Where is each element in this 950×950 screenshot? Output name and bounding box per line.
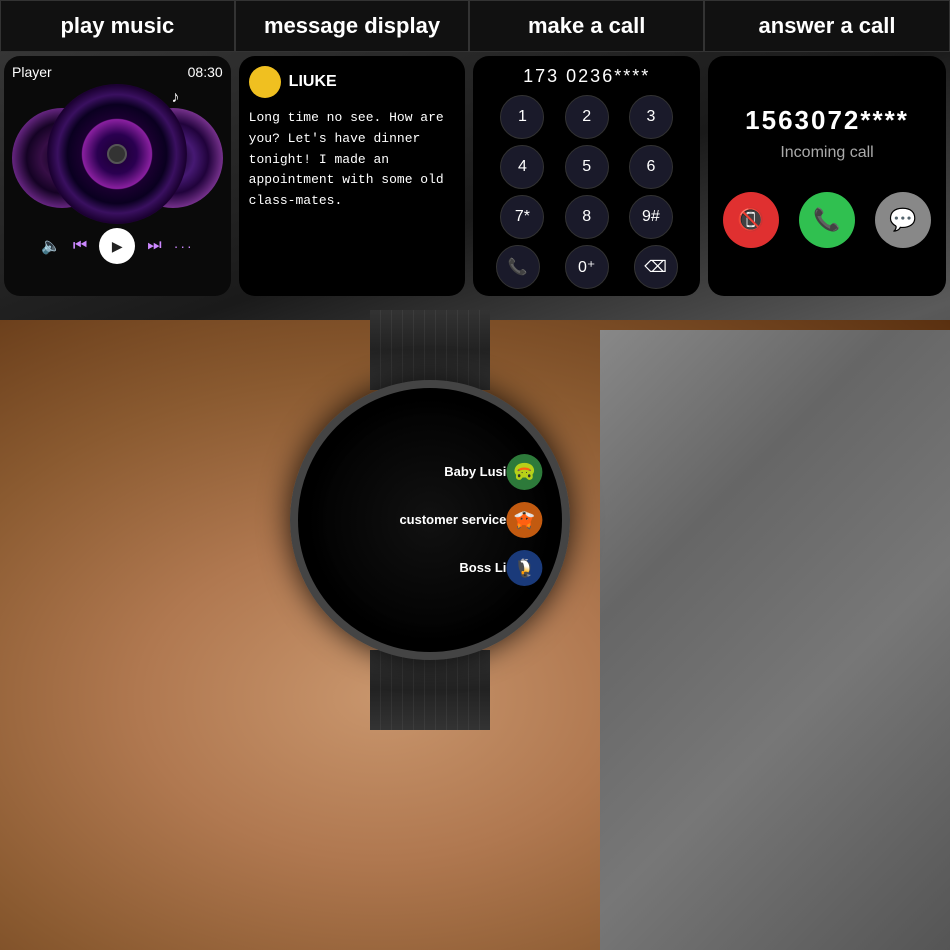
music-panel-section: play music Player 08:30 ♪	[0, 0, 235, 300]
contact-name-boss-li: Boss Li	[459, 561, 506, 576]
accept-icon: 📞	[813, 207, 840, 233]
message-panel-section: message display LIUKE Long time no see. …	[235, 0, 470, 300]
vinyl-disc-main: ♪	[47, 84, 187, 224]
decline-call-button[interactable]: 📵	[723, 192, 779, 248]
dial-key-1[interactable]: 1	[500, 95, 544, 139]
music-note-icon: ♪	[171, 89, 179, 107]
top-panels: play music Player 08:30 ♪	[0, 0, 950, 300]
message-header: LIUKE	[249, 66, 456, 98]
dial-backspace-button[interactable]: ⌫	[634, 245, 678, 289]
watch-band-bottom	[370, 650, 490, 730]
music-header: Player 08:30	[12, 64, 223, 80]
message-body: Long time no see. How are you? Let's hav…	[249, 108, 456, 212]
next-button[interactable]: ⏭	[147, 237, 161, 255]
avatar-customer-service: 🦊	[506, 502, 542, 538]
dial-panel-label: make a call	[469, 0, 704, 52]
message-reply-button[interactable]: 💬	[875, 192, 931, 248]
player-time: 08:30	[188, 64, 223, 80]
dial-key-3[interactable]: 3	[629, 95, 673, 139]
answer-panel-label: answer a call	[704, 0, 950, 52]
avatar-baby-lusi: 🐸	[506, 454, 542, 490]
dial-key-2[interactable]: 2	[565, 95, 609, 139]
avatar-boss-li: 🐧	[506, 550, 542, 586]
sender-name: LIUKE	[289, 73, 337, 91]
message-screen: LIUKE Long time no see. How are you? Let…	[239, 56, 466, 296]
contact-name-customer-service: customer service	[399, 513, 506, 528]
dial-panel-section: make a call 173 0236**** 1 2 3 4 5 6 7* …	[469, 0, 704, 300]
music-controls: 🔈 ⏮ ▶ ⏭ ···	[12, 228, 223, 264]
accept-call-button[interactable]: 📞	[799, 192, 855, 248]
call-action-buttons: 📵 📞 💬	[723, 192, 931, 248]
message-reply-icon: 💬	[889, 207, 916, 233]
contact-baby-lusi[interactable]: Baby Lusi 🐸	[318, 454, 542, 490]
dial-key-8[interactable]: 8	[565, 195, 609, 239]
message-panel-label: message display	[235, 0, 470, 52]
answer-screen: 1563072**** Incoming call 📵 📞 💬	[708, 56, 946, 296]
dial-key-5[interactable]: 5	[565, 145, 609, 189]
suit-background	[600, 330, 950, 950]
music-panel-label: play music	[0, 0, 235, 52]
contact-name-baby-lusi: Baby Lusi	[444, 465, 506, 480]
dial-key-7star[interactable]: 7*	[500, 195, 544, 239]
dial-key-9hash[interactable]: 9#	[629, 195, 673, 239]
dial-bottom-row: 📞 0⁺ ⌫	[483, 245, 690, 289]
dial-number-display: 173 0236****	[483, 66, 690, 87]
volume-button[interactable]: 🔈	[41, 236, 61, 256]
decline-icon: 📵	[737, 207, 764, 233]
answer-panel-section: answer a call 1563072**** Incoming call …	[704, 0, 950, 300]
incoming-number: 1563072****	[745, 105, 909, 136]
contact-boss-li[interactable]: Boss Li 🐧	[318, 550, 542, 586]
player-label: Player	[12, 64, 52, 80]
dialpad: 1 2 3 4 5 6 7* 8 9#	[483, 95, 690, 239]
play-button[interactable]: ▶	[99, 228, 135, 264]
dial-call-button[interactable]: 📞	[496, 245, 540, 289]
dial-key-6[interactable]: 6	[629, 145, 673, 189]
dial-screen: 173 0236**** 1 2 3 4 5 6 7* 8 9# 📞 0⁺ ⌫	[473, 56, 700, 296]
watch-band-top	[370, 310, 490, 390]
music-screen: Player 08:30 ♪ 🔈	[4, 56, 231, 296]
more-button[interactable]: ···	[174, 238, 194, 254]
dial-key-4[interactable]: 4	[500, 145, 544, 189]
prev-button[interactable]: ⏮	[73, 237, 87, 255]
sender-avatar	[249, 66, 281, 98]
incoming-call-label: Incoming call	[780, 144, 873, 162]
dial-key-0plus[interactable]: 0⁺	[565, 245, 609, 289]
vinyl-center-main	[107, 144, 127, 164]
watch-face: Baby Lusi 🐸 customer service 🦊 Boss Li 🐧	[290, 380, 570, 660]
contact-customer-service[interactable]: customer service 🦊	[318, 502, 542, 538]
